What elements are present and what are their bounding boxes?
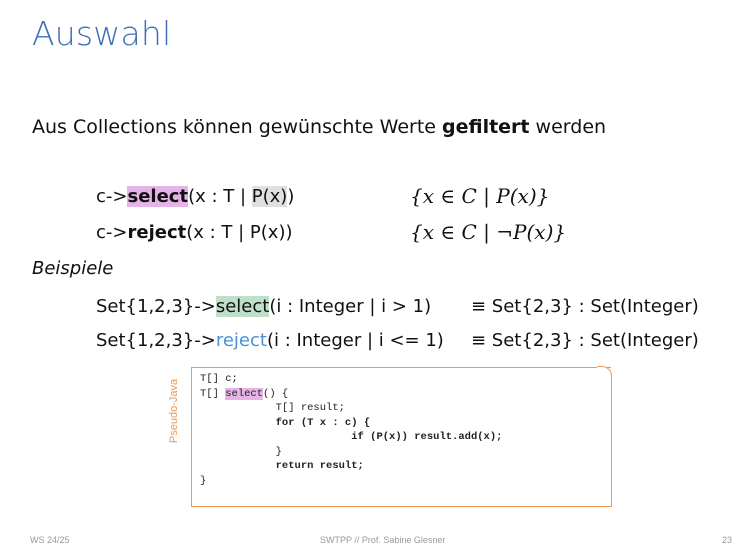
rule-pred: P(x) xyxy=(251,186,288,207)
rule-prefix: c-> xyxy=(96,186,128,207)
example-args: (i : Integer | i > 1) xyxy=(269,296,432,317)
example-op-select: select xyxy=(215,296,270,317)
rule-close: ) xyxy=(285,222,293,243)
code-block: T[] c; T[] select() { T[] result; for (T… xyxy=(200,372,502,488)
footer-left: WS 24/25 xyxy=(30,535,70,545)
example-select: Set{1,2,3}->select(i : Integer | i > 1) ≡… xyxy=(96,296,699,317)
intro-post: werden xyxy=(529,116,607,138)
math-reject: {x ∈ C | ¬P(x)} xyxy=(410,220,567,244)
example-result: ≡ Set{2,3} : Set(Integer) xyxy=(471,296,699,317)
rule-close: ) xyxy=(287,186,295,207)
code-select-highlight: select xyxy=(225,387,264,400)
code-line: T[] result; xyxy=(275,402,345,414)
rule-prefix: c-> xyxy=(96,222,128,243)
footer-right: 23 xyxy=(722,535,733,545)
code-line: } xyxy=(200,474,207,487)
rule-reject: c->reject(x : T | P(x)) xyxy=(96,222,293,243)
side-label-text: Pseudo-Java xyxy=(168,378,180,444)
rule-args: (x : T | xyxy=(186,222,250,243)
code-line: T[] xyxy=(200,387,226,400)
rule-args: (x : T | xyxy=(188,186,252,207)
code-box: T[] c; T[] select() { T[] result; for (T… xyxy=(191,366,612,507)
code-line: if (P(x)) result.add(x); xyxy=(351,431,503,443)
rule-op-reject: reject xyxy=(127,222,187,243)
beispiele-heading: Beispiele xyxy=(32,258,114,279)
code-box-right-edge xyxy=(611,378,612,507)
example-op-reject: reject xyxy=(215,330,267,351)
footer-center: SWTPP // Prof. Sabine Glesner xyxy=(320,535,446,545)
rule-op-select: select xyxy=(127,186,189,207)
rule-pred: P(x) xyxy=(249,222,286,243)
code-line: } xyxy=(275,445,282,458)
example-result: ≡ Set{2,3} : Set(Integer) xyxy=(471,330,699,351)
pseudo-java-label: Pseudo-Java xyxy=(167,367,181,457)
code-box-corner xyxy=(597,366,612,381)
example-args: (i : Integer | i <= 1) xyxy=(266,330,444,351)
code-line: () { xyxy=(263,387,289,400)
math-select: {x ∈ C | P(x)} xyxy=(410,184,550,208)
intro-pre: Aus Collections können gewünschte Werte xyxy=(32,116,442,138)
example-prefix: Set{1,2,3}-> xyxy=(96,296,216,317)
example-prefix: Set{1,2,3}-> xyxy=(96,330,216,351)
intro-text: Aus Collections können gewünschte Werte … xyxy=(32,116,606,138)
code-line: T[] c; xyxy=(200,373,238,385)
example-reject: Set{1,2,3}->reject(i : Integer | i <= 1)… xyxy=(96,330,699,351)
code-line: for (T x : c) { xyxy=(275,416,371,429)
slide-title: Auswahl xyxy=(32,14,172,53)
intro-bold: gefiltert xyxy=(442,116,530,138)
rule-select: c->select(x : T | P(x)) xyxy=(96,186,294,207)
code-line: return result; xyxy=(275,460,364,472)
